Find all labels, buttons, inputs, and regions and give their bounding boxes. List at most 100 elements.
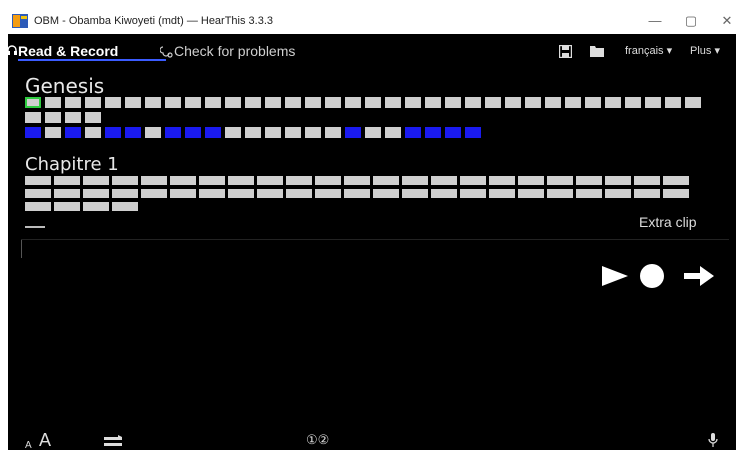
chapter-button[interactable]: [445, 97, 461, 108]
chapter-button[interactable]: [85, 112, 101, 123]
verse-button[interactable]: [286, 176, 312, 185]
verse-button[interactable]: [315, 189, 341, 198]
verse-button[interactable]: [170, 189, 196, 198]
chapter-button[interactable]: [425, 97, 441, 108]
verse-button[interactable]: [54, 202, 80, 211]
chapter-button[interactable]: [185, 97, 201, 108]
chapter-button[interactable]: [205, 127, 221, 138]
more-menu[interactable]: Plus ▾: [690, 44, 720, 57]
chapter-button[interactable]: [145, 97, 161, 108]
extra-clip-label[interactable]: Extra clip: [639, 214, 697, 230]
maximize-button[interactable]: ▢: [676, 12, 706, 30]
chapter-button[interactable]: [225, 127, 241, 138]
tab-check-problems[interactable]: Check for problems: [174, 43, 295, 59]
chapter-button[interactable]: [345, 127, 361, 138]
chapter-button[interactable]: [285, 127, 301, 138]
verse-button[interactable]: [605, 189, 631, 198]
chapter-button[interactable]: [25, 112, 41, 123]
verse-button[interactable]: [634, 189, 660, 198]
verse-button[interactable]: [257, 189, 283, 198]
verse-button[interactable]: [663, 176, 689, 185]
verse-button[interactable]: [344, 189, 370, 198]
chapter-button[interactable]: [225, 97, 241, 108]
next-arrow-icon[interactable]: [682, 264, 716, 288]
verse-button[interactable]: [373, 176, 399, 185]
chapter-button[interactable]: [125, 97, 141, 108]
verse-button[interactable]: [199, 189, 225, 198]
verse-button[interactable]: [83, 189, 109, 198]
verse-numbers-toggle[interactable]: ①②: [306, 432, 329, 448]
chapter-button[interactable]: [485, 97, 501, 108]
chapter-button[interactable]: [25, 97, 41, 108]
verse-button[interactable]: [605, 176, 631, 185]
chapter-button[interactable]: [125, 127, 141, 138]
verse-button[interactable]: [112, 202, 138, 211]
chapter-button[interactable]: [685, 97, 701, 108]
verse-button[interactable]: [83, 176, 109, 185]
chapter-button[interactable]: [465, 127, 481, 138]
chapter-button[interactable]: [245, 127, 261, 138]
verse-button[interactable]: [112, 176, 138, 185]
chapter-button[interactable]: [665, 97, 681, 108]
verse-button[interactable]: [141, 189, 167, 198]
chapter-button[interactable]: [305, 127, 321, 138]
verse-button[interactable]: [315, 176, 341, 185]
verse-button[interactable]: [54, 176, 80, 185]
microphone-icon[interactable]: [707, 432, 719, 448]
verse-button[interactable]: [228, 189, 254, 198]
verse-button[interactable]: [141, 176, 167, 185]
verse-button[interactable]: [576, 189, 602, 198]
verse-button[interactable]: [112, 189, 138, 198]
verse-button[interactable]: [576, 176, 602, 185]
chapter-button[interactable]: [525, 97, 541, 108]
chapter-button[interactable]: [285, 97, 301, 108]
verse-button[interactable]: [344, 176, 370, 185]
chapter-button[interactable]: [645, 97, 661, 108]
verse-button[interactable]: [170, 176, 196, 185]
chapter-button[interactable]: [405, 127, 421, 138]
verse-button[interactable]: [286, 189, 312, 198]
chapter-button[interactable]: [325, 97, 341, 108]
verse-button[interactable]: [634, 176, 660, 185]
verse-button[interactable]: [489, 176, 515, 185]
save-icon[interactable]: [559, 45, 572, 58]
verse-button[interactable]: [431, 176, 457, 185]
record-icon[interactable]: [638, 263, 666, 289]
verse-button[interactable]: [489, 189, 515, 198]
verse-button[interactable]: [431, 189, 457, 198]
verse-button[interactable]: [228, 176, 254, 185]
chapter-button[interactable]: [385, 97, 401, 108]
verse-button[interactable]: [402, 189, 428, 198]
chapter-button[interactable]: [385, 127, 401, 138]
chapter-button[interactable]: [145, 127, 161, 138]
chapter-button[interactable]: [325, 127, 341, 138]
chapter-button[interactable]: [65, 127, 81, 138]
chapter-button[interactable]: [565, 97, 581, 108]
verse-button[interactable]: [547, 176, 573, 185]
chapter-button[interactable]: [205, 97, 221, 108]
wrap-lines-icon[interactable]: [104, 435, 124, 449]
language-dropdown[interactable]: français ▾: [625, 44, 672, 57]
font-larger-button[interactable]: A: [39, 430, 51, 451]
verse-button[interactable]: [257, 176, 283, 185]
play-icon[interactable]: [600, 264, 630, 288]
chapter-button[interactable]: [45, 97, 61, 108]
chapter-button[interactable]: [105, 127, 121, 138]
verse-button[interactable]: [402, 176, 428, 185]
chapter-button[interactable]: [545, 97, 561, 108]
chapter-button[interactable]: [405, 97, 421, 108]
chapter-button[interactable]: [605, 97, 621, 108]
verse-button[interactable]: [83, 202, 109, 211]
chapter-button[interactable]: [345, 97, 361, 108]
minimize-button[interactable]: —: [640, 12, 670, 30]
chapter-button[interactable]: [25, 127, 41, 138]
verse-button[interactable]: [460, 189, 486, 198]
verse-button[interactable]: [373, 189, 399, 198]
chapter-button[interactable]: [185, 127, 201, 138]
chapter-button[interactable]: [625, 97, 641, 108]
verse-button[interactable]: [547, 189, 573, 198]
tab-read-record[interactable]: Read & Record: [18, 43, 118, 59]
chapter-button[interactable]: [585, 97, 601, 108]
chapter-button[interactable]: [45, 127, 61, 138]
chapter-button[interactable]: [65, 97, 81, 108]
